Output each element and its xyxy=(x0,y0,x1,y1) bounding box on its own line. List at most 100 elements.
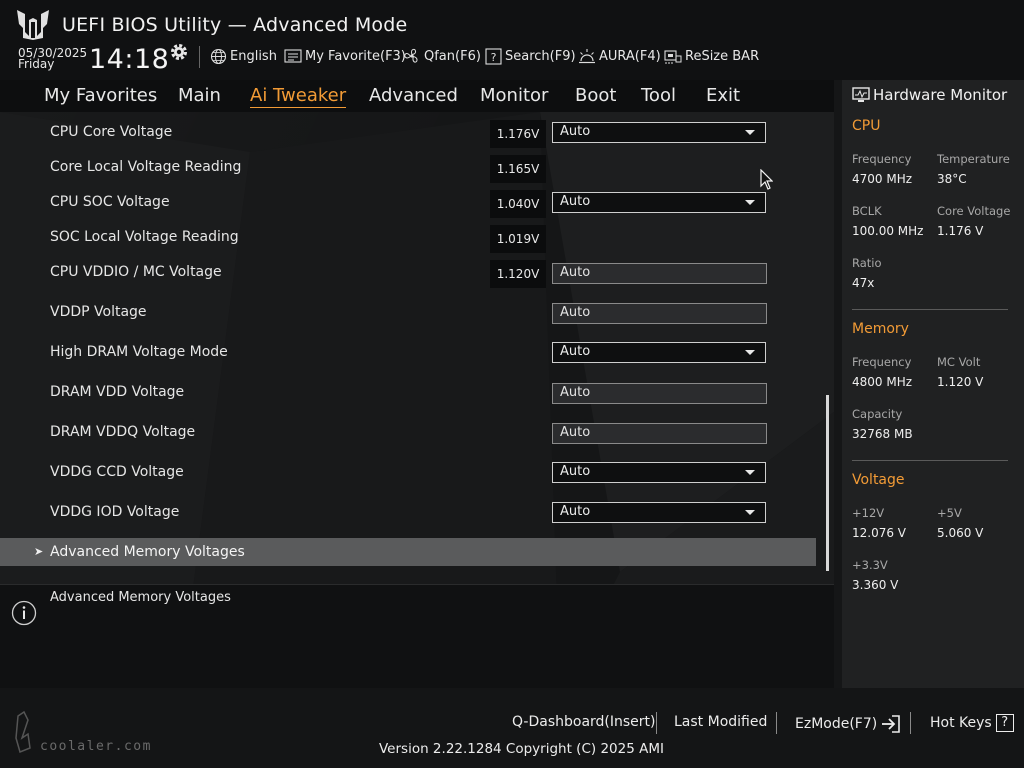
day-label: Friday xyxy=(18,57,55,71)
favorite-icon xyxy=(284,49,302,63)
dropdown-value: Auto xyxy=(560,344,591,359)
voltage-reading: 1.040V xyxy=(490,190,546,218)
chevron-down-icon xyxy=(745,470,755,475)
arrow-right-icon: ➤ xyxy=(34,545,44,558)
setting-row-core-local-voltage-reading: Core Local Voltage Reading 1.165V xyxy=(0,154,820,184)
tab-monitor[interactable]: Monitor xyxy=(480,85,548,106)
language-button[interactable]: English xyxy=(210,47,277,65)
hardware-monitor-panel: Hardware Monitor CPU Frequency 4700 MHz … xyxy=(842,80,1024,688)
watermark-logo: coolaler.com xyxy=(15,710,152,754)
setting-label: Core Local Voltage Reading xyxy=(50,159,242,175)
setting-label: VDDG IOD Voltage xyxy=(50,504,180,520)
tab-boot[interactable]: Boot xyxy=(575,85,616,106)
v12-value: 12.076 V xyxy=(852,526,907,540)
bclk-label: BCLK xyxy=(852,204,882,218)
tab-ai-tweaker[interactable]: Ai Tweaker xyxy=(250,85,347,108)
watermark-text: coolaler.com xyxy=(40,739,152,754)
qfan-button[interactable]: Qfan(F6) xyxy=(403,47,481,65)
voltage-reading: 1.120V xyxy=(490,260,546,288)
my-favorite-button[interactable]: My Favorite(F3) xyxy=(284,47,406,65)
scrollbar[interactable] xyxy=(826,395,829,571)
setting-row-dram-vdd-voltage: DRAM VDD Voltage Auto xyxy=(0,379,820,409)
resize-bar-icon xyxy=(664,49,682,64)
dropdown-value: Auto xyxy=(560,464,591,479)
submenu-label: Advanced Memory Voltages xyxy=(50,544,245,560)
dram-vdd-voltage-field[interactable]: Auto xyxy=(552,383,767,404)
vddg-ccd-voltage-dropdown[interactable]: Auto xyxy=(552,462,766,483)
field-value: Auto xyxy=(560,385,591,400)
setting-row-soc-local-voltage-reading: SOC Local Voltage Reading 1.019V xyxy=(0,224,820,254)
language-label: English xyxy=(230,48,277,64)
voltage-section-title: Voltage xyxy=(852,472,905,488)
mc-volt-label: MC Volt xyxy=(937,355,981,369)
search-label: Search(F9) xyxy=(505,48,576,64)
help-text: Advanced Memory Voltages xyxy=(50,590,231,605)
last-modified-button[interactable]: Last Modified xyxy=(674,714,767,730)
chevron-down-icon xyxy=(745,130,755,135)
tab-my-favorites[interactable]: My Favorites xyxy=(44,85,157,106)
v5-value: 5.060 V xyxy=(937,526,984,540)
header-bar: UEFI BIOS Utility — Advanced Mode 05/30/… xyxy=(0,0,1024,80)
aura-icon xyxy=(579,48,595,63)
tab-exit[interactable]: Exit xyxy=(706,85,740,106)
gear-icon[interactable] xyxy=(169,42,189,62)
setting-label: CPU SOC Voltage xyxy=(50,194,170,210)
field-value: Auto xyxy=(560,265,591,280)
search-button[interactable]: ? Search(F9) xyxy=(485,47,576,65)
chevron-down-icon xyxy=(745,200,755,205)
tab-advanced[interactable]: Advanced xyxy=(369,85,458,106)
search-help-icon: ? xyxy=(485,47,502,65)
dram-vddq-voltage-field[interactable]: Auto xyxy=(552,423,767,444)
capacity-label: Capacity xyxy=(852,407,903,421)
mc-volt-value: 1.120 V xyxy=(937,375,984,389)
ezmode-button[interactable]: EzMode(F7) xyxy=(795,714,902,734)
cpu-soc-voltage-dropdown[interactable]: Auto xyxy=(552,192,766,213)
app-title: UEFI BIOS Utility — Advanced Mode xyxy=(62,14,408,36)
main-tabs: My Favorites Main Ai Tweaker Advanced Mo… xyxy=(0,80,834,112)
setting-label: DRAM VDD Voltage xyxy=(50,384,185,400)
v33-label: +3.3V xyxy=(852,558,888,572)
info-icon xyxy=(11,600,37,626)
field-value: Auto xyxy=(560,305,591,320)
capacity-value: 32768 MB xyxy=(852,427,913,441)
tab-tool[interactable]: Tool xyxy=(641,85,676,106)
setting-row-vddp-voltage: VDDP Voltage Auto xyxy=(0,299,820,329)
resize-bar-button[interactable]: ReSize BAR xyxy=(664,47,759,65)
v12-label: +12V xyxy=(852,506,885,520)
memory-frequency-value: 4800 MHz xyxy=(852,375,913,389)
dropdown-value: Auto xyxy=(560,194,591,209)
hardware-monitor-title: Hardware Monitor xyxy=(873,86,1008,104)
aura-button[interactable]: AURA(F4) xyxy=(578,47,661,65)
fan-icon xyxy=(404,48,418,63)
tab-main[interactable]: Main xyxy=(178,85,221,106)
my-favorite-label: My Favorite(F3) xyxy=(305,48,406,64)
field-value: Auto xyxy=(560,425,591,440)
cpu-temperature-value: 38°C xyxy=(937,172,967,186)
question-key-icon: ? xyxy=(995,714,1014,732)
submenu-advanced-memory-voltages[interactable]: ➤ Advanced Memory Voltages xyxy=(0,538,816,566)
setting-row-cpu-vddio-mc-voltage: CPU VDDIO / MC Voltage 1.120V Auto xyxy=(0,259,820,289)
setting-label: SOC Local Voltage Reading xyxy=(50,229,239,245)
globe-icon xyxy=(210,48,227,64)
cpu-temperature-label: Temperature xyxy=(937,152,1010,166)
footer-divider xyxy=(776,712,777,734)
hot-keys-button[interactable]: Hot Keys ? xyxy=(930,714,1014,732)
header-divider xyxy=(199,46,200,68)
vddp-voltage-field[interactable]: Auto xyxy=(552,303,767,324)
exit-arrow-icon xyxy=(882,715,901,733)
core-voltage-value: 1.176 V xyxy=(937,224,984,238)
core-voltage-label: Core Voltage xyxy=(937,204,1011,218)
setting-row-vddg-iod-voltage: VDDG IOD Voltage Auto xyxy=(0,499,820,529)
high-dram-voltage-mode-dropdown[interactable]: Auto xyxy=(552,342,766,363)
setting-row-cpu-core-voltage: CPU Core Voltage 1.176V Auto xyxy=(0,119,820,149)
cpu-core-voltage-dropdown[interactable]: Auto xyxy=(552,122,766,143)
setting-row-high-dram-voltage-mode: High DRAM Voltage Mode Auto xyxy=(0,339,820,369)
section-divider xyxy=(852,460,1008,461)
q-dashboard-button[interactable]: Q-Dashboard(Insert) xyxy=(512,714,656,730)
v5-label: +5V xyxy=(937,506,962,520)
voltage-reading: 1.176V xyxy=(490,120,546,148)
vddg-iod-voltage-dropdown[interactable]: Auto xyxy=(552,502,766,523)
dropdown-value: Auto xyxy=(560,504,591,519)
cpu-vddio-mc-voltage-field[interactable]: Auto xyxy=(552,263,767,284)
version-info: Version 2.22.1284 Copyright (C) 2025 AMI xyxy=(379,741,664,757)
